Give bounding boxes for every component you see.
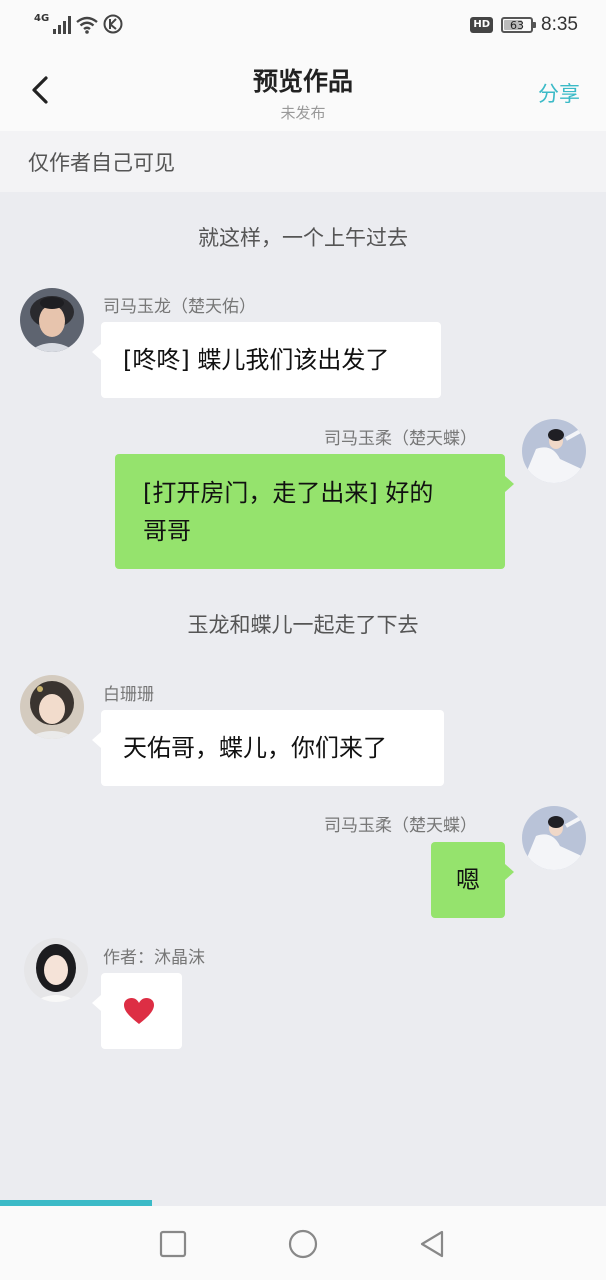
sender-name: 司马玉柔（楚天蝶）	[324, 429, 477, 449]
message-bubble[interactable]: [打开房门，走了出来] 好的 哥哥	[115, 454, 514, 569]
visibility-banner: 仅作者自己可见	[0, 131, 606, 192]
message-text: 天佑哥，蝶儿，你们来了	[123, 734, 387, 762]
wifi-icon	[76, 16, 98, 34]
author-name: 作者：沐晶沫	[103, 948, 205, 968]
message-bubble[interactable]: 天佑哥，蝶儿，你们来了	[92, 710, 444, 786]
avatar[interactable]	[522, 419, 586, 483]
signal-icon	[53, 16, 72, 34]
sender-name: 司马玉柔（楚天蝶）	[324, 816, 477, 836]
page-title: 预览作品	[252, 67, 353, 96]
message-bubble[interactable]	[92, 973, 182, 1049]
status-bar: 4G HD 63 8:35	[0, 0, 606, 52]
message-text-line: [打开房门，走了出来] 好的	[143, 479, 434, 507]
share-button[interactable]: 分享	[538, 78, 580, 108]
battery-level: 63	[510, 18, 525, 32]
sender-name: 司马玉龙（楚天佑）	[103, 297, 256, 317]
system-nav-bar	[0, 1206, 606, 1280]
author-avatar[interactable]	[24, 938, 88, 1002]
clock: 8:35	[541, 14, 578, 35]
home-icon[interactable]	[287, 1228, 319, 1260]
avatar[interactable]	[522, 806, 586, 870]
red-heart-icon	[124, 998, 154, 1024]
network-type: 4G	[34, 13, 50, 24]
narration-text: 玉龙和蝶儿一起走了下去	[187, 613, 419, 637]
k-circle-icon	[103, 14, 123, 34]
back-icon[interactable]	[416, 1228, 448, 1260]
message-text-line: 哥哥	[143, 517, 191, 545]
message-text: 嗯	[456, 866, 480, 894]
message-bubble[interactable]: 嗯	[431, 842, 514, 918]
recent-apps-icon[interactable]	[157, 1228, 189, 1260]
avatar[interactable]	[20, 288, 84, 352]
publish-status: 未发布	[280, 104, 326, 122]
narration-text: 就这样，一个上午过去	[198, 226, 408, 250]
battery-icon: 63	[501, 17, 537, 33]
sender-name: 白珊珊	[103, 685, 154, 705]
avatar[interactable]	[20, 675, 84, 739]
app-header: 预览作品 未发布 分享	[0, 52, 606, 131]
message-bubble[interactable]: [咚咚] 蝶儿我们该出发了	[92, 322, 441, 398]
visibility-label: 仅作者自己可见	[28, 151, 175, 175]
hd-badge: HD	[470, 17, 494, 33]
message-text: [咚咚] 蝶儿我们该出发了	[123, 346, 390, 374]
